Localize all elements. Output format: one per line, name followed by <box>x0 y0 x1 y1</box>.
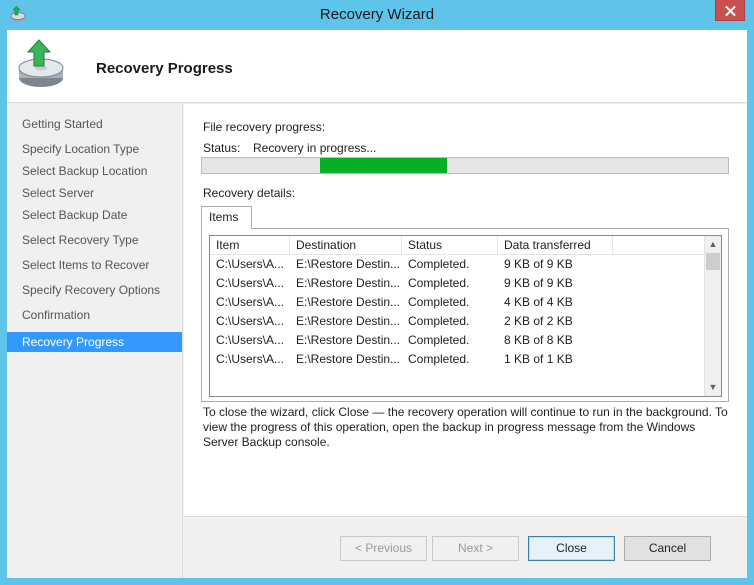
status-value: Recovery in progress... <box>253 141 377 155</box>
table-row[interactable]: C:\Users\A... E:\Restore Destin... Compl… <box>210 312 704 331</box>
window-title: Recovery Wizard <box>319 6 435 23</box>
cell-item: C:\Users\A... <box>216 352 285 366</box>
column-header-item[interactable]: Item <box>210 236 290 255</box>
nav-step-select-backup-location[interactable]: Select Backup Location <box>7 161 182 181</box>
window-close-button[interactable] <box>715 0 745 21</box>
nav-step-select-server[interactable]: Select Server <box>7 183 182 203</box>
nav-step-select-backup-date[interactable]: Select Backup Date <box>7 205 182 225</box>
column-header-destination[interactable]: Destination <box>290 236 402 255</box>
column-header-status[interactable]: Status <box>402 236 498 255</box>
file-recovery-progress-label: File recovery progress: <box>203 120 326 134</box>
wizard-footer: < Previous Next > Close Cancel <box>184 516 747 578</box>
cancel-button[interactable]: Cancel <box>624 536 711 561</box>
wizard-client-area: Recovery Progress Getting Started Specif… <box>7 30 747 578</box>
cell-destination: E:\Restore Destin... <box>296 276 401 290</box>
previous-button[interactable]: < Previous <box>340 536 427 561</box>
cell-status: Completed. <box>408 257 470 271</box>
vertical-scrollbar[interactable]: ▲ ▼ <box>704 236 721 396</box>
nav-step-select-items[interactable]: Select Items to Recover <box>7 255 182 275</box>
list-header: Item Destination Status Data transferred <box>210 236 704 255</box>
cell-status: Completed. <box>408 295 470 309</box>
cell-destination: E:\Restore Destin... <box>296 333 401 347</box>
status-label: Status: <box>203 141 241 155</box>
wizard-content: File recovery progress: Status: Recovery… <box>184 104 747 516</box>
recovery-details-label: Recovery details: <box>203 186 296 200</box>
cell-data-transferred: 2 KB of 2 KB <box>504 314 573 328</box>
nav-step-select-recovery-type[interactable]: Select Recovery Type <box>7 230 182 250</box>
table-row[interactable]: C:\Users\A... E:\Restore Destin... Compl… <box>210 350 704 369</box>
nav-step-specify-recovery-options[interactable]: Specify Recovery Options <box>7 280 182 300</box>
close-wizard-info-text: To close the wizard, click Close — the r… <box>203 405 728 449</box>
cell-data-transferred: 1 KB of 1 KB <box>504 352 573 366</box>
nav-step-specify-location-type[interactable]: Specify Location Type <box>7 139 182 159</box>
scrollbar-thumb[interactable] <box>706 253 720 270</box>
progress-bar-marquee <box>320 158 447 173</box>
cell-data-transferred: 9 KB of 9 KB <box>504 276 573 290</box>
nav-step-recovery-progress[interactable]: Recovery Progress <box>7 332 182 352</box>
nav-step-getting-started[interactable]: Getting Started <box>7 114 182 134</box>
cell-item: C:\Users\A... <box>216 295 285 309</box>
cell-data-transferred: 4 KB of 4 KB <box>504 295 573 309</box>
tab-items[interactable]: Items <box>201 206 252 229</box>
table-row[interactable]: C:\Users\A... E:\Restore Destin... Compl… <box>210 255 704 274</box>
recovery-progress-bar <box>201 157 729 174</box>
column-header-data-transferred[interactable]: Data transferred <box>498 236 613 255</box>
nav-step-confirmation[interactable]: Confirmation <box>7 305 182 325</box>
cell-data-transferred: 8 KB of 8 KB <box>504 333 573 347</box>
next-button[interactable]: Next > <box>432 536 519 561</box>
close-button[interactable]: Close <box>528 536 615 561</box>
cell-destination: E:\Restore Destin... <box>296 314 401 328</box>
cell-status: Completed. <box>408 333 470 347</box>
server-backup-recovery-icon <box>18 39 64 87</box>
cell-destination: E:\Restore Destin... <box>296 257 401 271</box>
title-bar: Recovery Wizard <box>0 0 754 30</box>
cell-item: C:\Users\A... <box>216 257 285 271</box>
cell-status: Completed. <box>408 314 470 328</box>
scroll-up-icon[interactable]: ▲ <box>705 236 721 253</box>
cell-status: Completed. <box>408 352 470 366</box>
cell-destination: E:\Restore Destin... <box>296 295 401 309</box>
cell-destination: E:\Restore Destin... <box>296 352 401 366</box>
cell-item: C:\Users\A... <box>216 314 285 328</box>
cell-data-transferred: 9 KB of 9 KB <box>504 257 573 271</box>
cell-item: C:\Users\A... <box>216 333 285 347</box>
page-title: Recovery Progress <box>96 60 233 77</box>
cell-item: C:\Users\A... <box>216 276 285 290</box>
wizard-step-list: Getting Started Specify Location Type Se… <box>7 104 183 578</box>
table-row[interactable]: C:\Users\A... E:\Restore Destin... Compl… <box>210 293 704 312</box>
recovery-items-list[interactable]: Item Destination Status Data transferred… <box>209 235 722 397</box>
cell-status: Completed. <box>408 276 470 290</box>
scroll-down-icon[interactable]: ▼ <box>705 379 721 396</box>
table-row[interactable]: C:\Users\A... E:\Restore Destin... Compl… <box>210 274 704 293</box>
table-row[interactable]: C:\Users\A... E:\Restore Destin... Compl… <box>210 331 704 350</box>
wizard-header: Recovery Progress <box>7 30 747 103</box>
